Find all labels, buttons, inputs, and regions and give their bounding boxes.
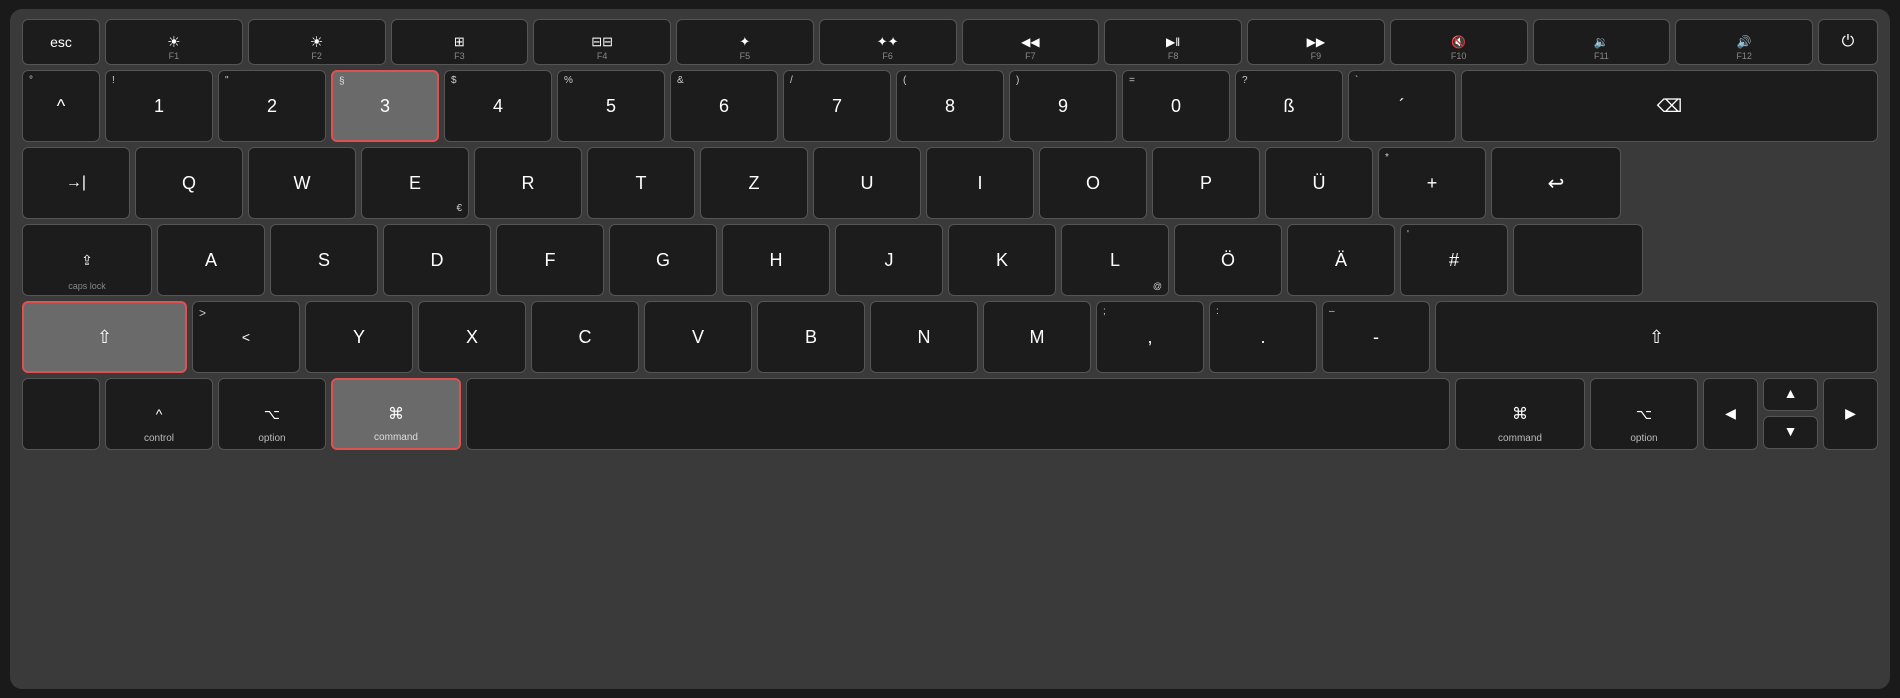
key-f1[interactable]: ☀ F1: [105, 19, 243, 65]
key-m[interactable]: M: [983, 301, 1091, 373]
key-6[interactable]: & 6: [670, 70, 778, 142]
key-lshift[interactable]: ⇧: [22, 301, 187, 373]
key-f6[interactable]: ✦✦ F6: [819, 19, 957, 65]
key-caps[interactable]: ⇪ caps lock: [22, 224, 152, 296]
key-v[interactable]: V: [644, 301, 752, 373]
key-f5[interactable]: ✦ F5: [676, 19, 814, 65]
key-w[interactable]: W: [248, 147, 356, 219]
key-o[interactable]: O: [1039, 147, 1147, 219]
key-arrow-down[interactable]: ▼: [1763, 416, 1818, 449]
key-dash[interactable]: – -: [1322, 301, 1430, 373]
key-2[interactable]: " 2: [218, 70, 326, 142]
key-f8[interactable]: ▶‖ F8: [1104, 19, 1242, 65]
qwerty-row: →| Q W E € R T Z U I O P Ü * + ↩: [22, 147, 1878, 219]
key-rshift[interactable]: ⇧: [1435, 301, 1878, 373]
key-y[interactable]: Y: [305, 301, 413, 373]
key-control[interactable]: ^ control: [105, 378, 213, 450]
key-arrow-left[interactable]: ◀: [1703, 378, 1758, 450]
key-l[interactable]: L @: [1061, 224, 1169, 296]
asdf-row: ⇪ caps lock A S D F G H J K L @ Ö Ä ' #: [22, 224, 1878, 296]
key-h[interactable]: H: [722, 224, 830, 296]
key-j[interactable]: J: [835, 224, 943, 296]
key-d[interactable]: D: [383, 224, 491, 296]
key-return[interactable]: ↩: [1491, 147, 1621, 219]
key-u-uml[interactable]: Ü: [1265, 147, 1373, 219]
key-n[interactable]: N: [870, 301, 978, 373]
key-c[interactable]: C: [531, 301, 639, 373]
key-command-right[interactable]: ⌘ command: [1455, 378, 1585, 450]
key-backspace[interactable]: ⌫: [1461, 70, 1878, 142]
key-fn[interactable]: [22, 378, 100, 450]
key-arrow-up[interactable]: ▲: [1763, 378, 1818, 411]
key-return-bottom[interactable]: [1513, 224, 1643, 296]
zxcv-row: ⇧ > < Y X C V B N M ; , : . – - ⇧: [22, 301, 1878, 373]
key-a[interactable]: A: [157, 224, 265, 296]
key-z[interactable]: Z: [700, 147, 808, 219]
key-u[interactable]: U: [813, 147, 921, 219]
key-q[interactable]: Q: [135, 147, 243, 219]
key-option-right[interactable]: ⌥ option: [1590, 378, 1698, 450]
key-b[interactable]: B: [757, 301, 865, 373]
key-i[interactable]: I: [926, 147, 1034, 219]
key-option-left[interactable]: ⌥ option: [218, 378, 326, 450]
key-f7[interactable]: ◀◀ F7: [962, 19, 1100, 65]
key-g[interactable]: G: [609, 224, 717, 296]
key-command-left[interactable]: ⌘ command: [331, 378, 461, 450]
key-dot[interactable]: : .: [1209, 301, 1317, 373]
key-e[interactable]: E €: [361, 147, 469, 219]
key-power[interactable]: ⏻: [1818, 19, 1878, 65]
key-o-uml[interactable]: Ö: [1174, 224, 1282, 296]
key-1[interactable]: ! 1: [105, 70, 213, 142]
key-p[interactable]: P: [1152, 147, 1260, 219]
key-f3[interactable]: ⊞ F3: [391, 19, 529, 65]
key-9[interactable]: ) 9: [1009, 70, 1117, 142]
key-angle[interactable]: > <: [192, 301, 300, 373]
key-8[interactable]: ( 8: [896, 70, 1004, 142]
key-7[interactable]: / 7: [783, 70, 891, 142]
key-f[interactable]: F: [496, 224, 604, 296]
key-k[interactable]: K: [948, 224, 1056, 296]
key-f2[interactable]: ☀ F2: [248, 19, 386, 65]
key-s[interactable]: S: [270, 224, 378, 296]
key-f4[interactable]: ⊟⊟ F4: [533, 19, 671, 65]
key-3[interactable]: § 3: [331, 70, 439, 142]
key-0[interactable]: = 0: [1122, 70, 1230, 142]
fn-row: esc ☀ F1 ☀ F2 ⊞ F3 ⊟⊟ F4 ✦ F5 ✦✦ F6: [22, 19, 1878, 65]
key-arrow-right[interactable]: ▶: [1823, 378, 1878, 450]
keyboard: esc ☀ F1 ☀ F2 ⊞ F3 ⊟⊟ F4 ✦ F5 ✦✦ F6: [10, 9, 1890, 689]
num-row: ° ^ ! 1 " 2 § 3 $ 4 % 5 & 6: [22, 70, 1878, 142]
key-backtick[interactable]: ° ^: [22, 70, 100, 142]
key-4[interactable]: $ 4: [444, 70, 552, 142]
key-f10[interactable]: 🔇 F10: [1390, 19, 1528, 65]
bottom-row: ^ control ⌥ option ⌘ command ⌘ command ⌥…: [22, 378, 1878, 450]
key-space[interactable]: [466, 378, 1450, 450]
key-f11[interactable]: 🔉 F11: [1533, 19, 1671, 65]
key-f9[interactable]: ▶▶ F9: [1247, 19, 1385, 65]
key-hash[interactable]: ' #: [1400, 224, 1508, 296]
key-ss[interactable]: ? ß: [1235, 70, 1343, 142]
key-a-uml[interactable]: Ä: [1287, 224, 1395, 296]
key-esc[interactable]: esc: [22, 19, 100, 65]
key-r[interactable]: R: [474, 147, 582, 219]
key-f12[interactable]: 🔊 F12: [1675, 19, 1813, 65]
key-5[interactable]: % 5: [557, 70, 665, 142]
key-comma[interactable]: ; ,: [1096, 301, 1204, 373]
key-tick[interactable]: ` ´: [1348, 70, 1456, 142]
key-t[interactable]: T: [587, 147, 695, 219]
key-x[interactable]: X: [418, 301, 526, 373]
key-plus[interactable]: * +: [1378, 147, 1486, 219]
key-tab[interactable]: →|: [22, 147, 130, 219]
